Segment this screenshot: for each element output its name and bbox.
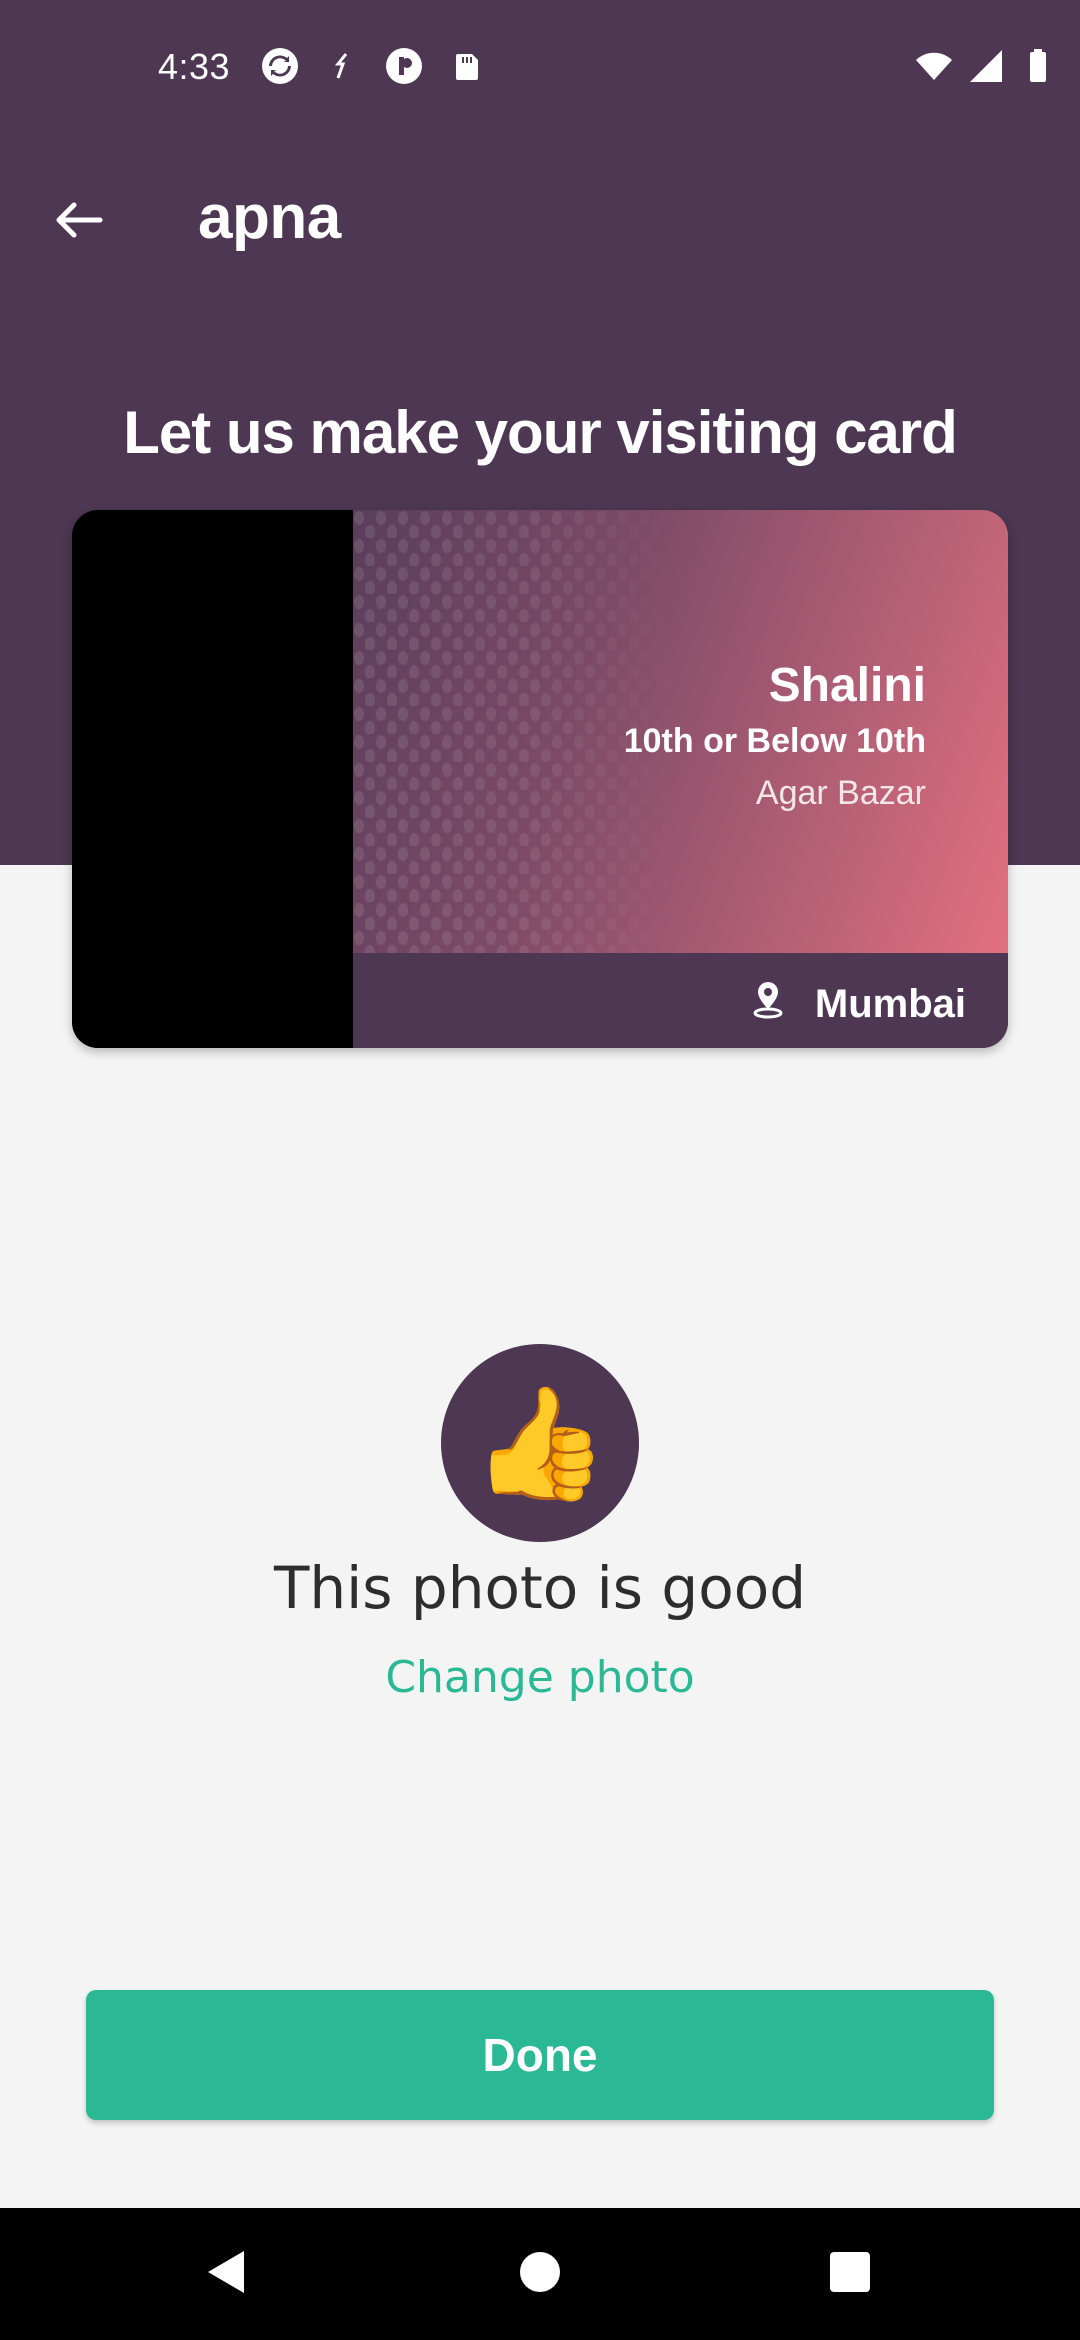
card-main-panel: Shalini 10th or Below 10th Agar Bazar [353,510,1008,953]
battery-icon [1018,46,1058,86]
done-button[interactable]: Done [86,1990,994,2120]
screen: 4:33 apna Let us make your visiting card… [0,0,1080,2340]
app-notification-icon [384,46,424,86]
card-area: Agar Bazar [755,774,926,812]
change-photo-link[interactable]: Change photo [0,1652,1080,1703]
sync-icon [260,46,300,86]
status-icons-left [260,46,486,86]
status-icons-right [914,46,1058,86]
thumbs-up-icon: 👍 [471,1381,609,1505]
navigation-bar [0,2208,1080,2340]
photo-status-message: This photo is good [273,1554,807,1622]
card-photo [72,510,353,1048]
arrow-left-icon [50,192,106,253]
recents-square-icon [828,2250,872,2299]
card-city-row: Mumbai [751,979,966,1029]
data-transfer-icon [322,46,362,86]
location-pin-icon [751,979,785,1029]
back-triangle-icon [204,2249,248,2300]
card-city: Mumbai [814,981,966,1026]
app-title: apna [198,183,341,252]
app-bar: apna [0,160,1080,280]
status-bar: 4:33 [0,0,1080,140]
thumbs-up-badge: 👍 [441,1344,639,1542]
nav-back-button[interactable] [196,2244,256,2304]
sd-card-icon [446,46,486,86]
nav-home-button[interactable] [510,2244,570,2304]
wifi-icon [914,46,954,86]
nav-recents-button[interactable] [820,2244,880,2304]
card-footer: Mumbai [353,953,1008,1048]
card-name: Shalini [768,659,926,712]
back-button[interactable] [38,182,118,262]
home-circle-icon [518,2250,562,2299]
card-education: 10th or Below 10th [623,722,926,760]
status-time: 4:33 [158,46,231,87]
cell-signal-icon [966,46,1006,86]
page-heading: Let us make your visiting card [123,399,958,466]
visiting-card-preview: Shalini 10th or Below 10th Agar Bazar Mu… [72,510,1008,1048]
